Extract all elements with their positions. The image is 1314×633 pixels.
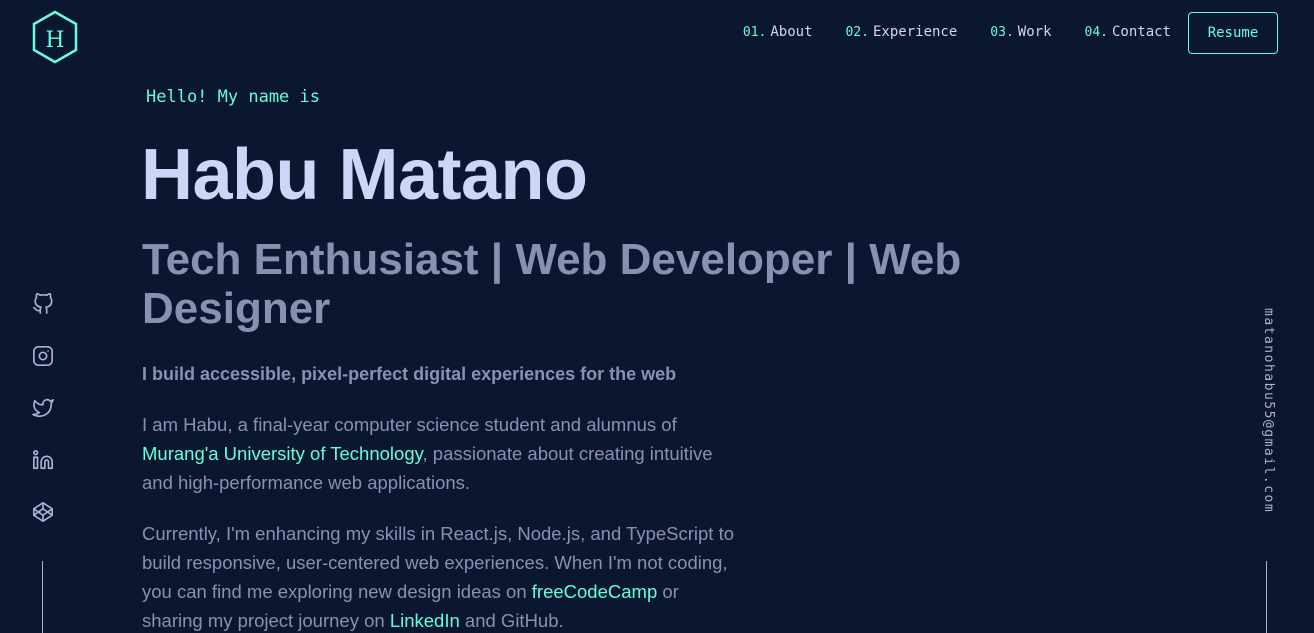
linkedin-icon[interactable] (32, 449, 54, 471)
social-links (30, 293, 56, 523)
hero-lead: I build accessible, pixel-perfect digita… (142, 364, 677, 384)
right-divider-line (1266, 561, 1267, 633)
nav-label: Work (1017, 24, 1052, 40)
resume-button[interactable]: Resume (1188, 12, 1278, 54)
codepen-icon[interactable] (32, 501, 54, 523)
nav-item-experience[interactable]: 02. Experience (846, 24, 958, 40)
nav-label: Contact (1111, 24, 1171, 40)
instagram-icon[interactable] (32, 345, 54, 367)
current-text: and GitHub. (459, 610, 564, 631)
github-icon[interactable] (32, 293, 54, 315)
freecodecamp-link[interactable]: freeCodeCamp (532, 581, 657, 602)
nav-item-contact[interactable]: 04. Contact (1085, 24, 1172, 40)
hero-name: Habu Matano (141, 135, 588, 215)
nav-number: 02. (845, 25, 869, 40)
logo[interactable]: H (31, 10, 79, 64)
greeting: Hello! My name is (146, 87, 320, 107)
nav-number: 04. (1084, 25, 1108, 40)
twitter-icon[interactable] (32, 397, 54, 419)
hero-tagline: Tech Enthusiast | Web Developer | Web De… (142, 235, 962, 333)
university-link[interactable]: Murang'a University of Technology (142, 443, 423, 464)
nav-number: 01. (742, 25, 767, 40)
left-divider-line (42, 561, 43, 633)
nav-label: About (770, 24, 813, 40)
intro-text: I am Habu, a final-year computer science… (142, 414, 677, 435)
current-paragraph: Currently, I'm enhancing my skills in Re… (142, 519, 742, 633)
email-link[interactable]: matanohabu55@gmail.com (1258, 308, 1276, 528)
linkedin-link[interactable]: LinkedIn (390, 610, 460, 631)
nav-label: Experience (873, 24, 958, 40)
logo-letter: H (45, 28, 64, 53)
nav-number: 03. (990, 25, 1014, 40)
nav-item-work[interactable]: 03. Work (990, 24, 1051, 40)
intro-paragraph: I am Habu, a final-year computer science… (142, 410, 742, 497)
nav-item-about[interactable]: 01. About (743, 24, 813, 40)
main-nav: 01. About 02. Experience 03. Work 04. Contac… (743, 24, 1171, 40)
